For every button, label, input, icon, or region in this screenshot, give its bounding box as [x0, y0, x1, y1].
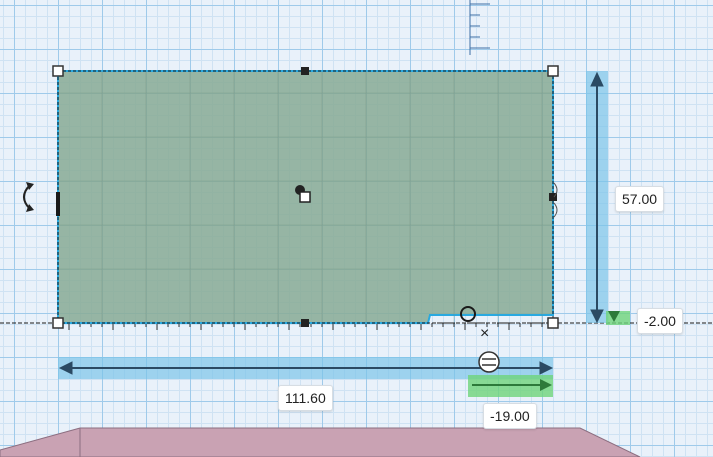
lower-shape[interactable] [0, 427, 641, 457]
width-dimension-label[interactable]: 111.60 [278, 385, 333, 411]
center-square-icon [299, 191, 311, 203]
close-icon[interactable]: × [480, 325, 489, 343]
corner-handle-top-right[interactable] [547, 65, 559, 77]
offset-dimension-label[interactable]: -19.00 [483, 403, 537, 429]
rotate-arrow-icon[interactable] [23, 182, 34, 212]
ruler-origin-icon[interactable] [478, 351, 500, 373]
elevation-arrow[interactable] [606, 311, 630, 325]
corner-handle-top-left[interactable] [52, 65, 64, 77]
corner-handle-bottom-right[interactable] [547, 317, 559, 329]
height-dimension-label[interactable]: 57.00 [615, 186, 665, 212]
ruler-top-ticks [469, 0, 490, 55]
edge-handle-top[interactable] [301, 67, 309, 75]
workplane [0, 0, 713, 457]
edge-handle-bottom[interactable] [301, 319, 309, 327]
corner-handle-bottom-left[interactable] [52, 317, 64, 329]
offset-arrow[interactable] [468, 375, 553, 397]
elevation-dimension-label[interactable]: -2.00 [637, 308, 683, 334]
